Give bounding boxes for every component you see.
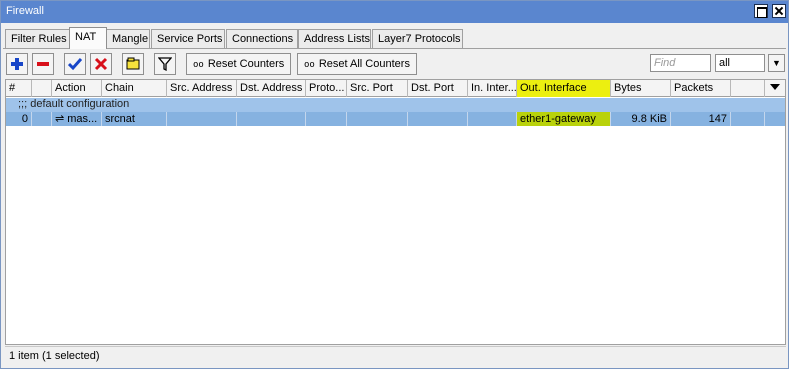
title-bar[interactable]: Firewall <box>1 1 788 23</box>
filter-select[interactable]: all <box>715 54 765 72</box>
table-header: # Action Chain Src. Address Dst. Address… <box>6 80 785 97</box>
col-header-bytes[interactable]: Bytes <box>611 80 671 97</box>
add-icon <box>11 58 23 70</box>
reset-all-counters-button[interactable]: oo Reset All Counters <box>297 53 417 75</box>
col-header-action[interactable]: Action <box>52 80 102 97</box>
select-dropdown-icon[interactable]: ▼ <box>768 54 785 72</box>
cell-dst-port <box>408 112 468 126</box>
status-bar: 1 item (1 selected) <box>5 346 786 365</box>
counter-icon: oo <box>304 60 315 70</box>
enable-button[interactable] <box>64 53 86 75</box>
col-header-chain[interactable]: Chain <box>102 80 167 97</box>
col-header-extra[interactable] <box>731 80 765 97</box>
cell-bytes: 9.8 KiB <box>611 112 671 126</box>
reset-counters-label: Reset Counters <box>207 58 285 70</box>
add-button[interactable] <box>6 53 28 75</box>
cell-src-port <box>347 112 408 126</box>
column-menu-icon[interactable] <box>770 84 780 90</box>
counter-icon: oo <box>193 60 204 70</box>
tab-divider <box>3 48 786 49</box>
col-header-number[interactable]: # <box>6 80 32 97</box>
col-header-src-port[interactable]: Src. Port <box>347 80 408 97</box>
tab-layer7-protocols[interactable]: Layer7 Protocols <box>372 29 463 48</box>
find-input[interactable]: Find <box>650 54 711 72</box>
cell-flag <box>32 112 52 126</box>
maximize-icon[interactable] <box>754 4 768 18</box>
col-header-src-address[interactable]: Src. Address <box>167 80 237 97</box>
filter-icon <box>158 57 172 71</box>
enable-icon <box>68 58 82 71</box>
remove-icon <box>37 62 49 66</box>
table-row[interactable]: 0 ⇌ mas... srcnat ether1-gateway 9.8 KiB… <box>6 112 785 126</box>
nat-rules-table: # Action Chain Src. Address Dst. Address… <box>5 79 786 345</box>
firewall-window: Firewall Filter Rules NAT Mangle Service… <box>0 0 789 369</box>
tab-mangle[interactable]: Mangle <box>106 29 150 48</box>
disable-icon <box>94 57 108 71</box>
cell-in-interface <box>468 112 517 126</box>
cell-chain: srcnat <box>102 112 167 126</box>
col-header-protocol[interactable]: Proto... <box>306 80 347 97</box>
comment-icon <box>126 57 140 70</box>
cell-number: 0 <box>6 112 32 126</box>
col-header-packets[interactable]: Packets <box>671 80 731 97</box>
comment-button[interactable] <box>122 53 144 75</box>
comment-text: ;;; default configuration <box>18 98 130 110</box>
toolbar: oo Reset Counters oo Reset All Counters Fi… <box>1 51 788 77</box>
status-text: 1 item (1 selected) <box>9 350 100 362</box>
tab-service-ports[interactable]: Service Ports <box>151 29 225 48</box>
cell-action: ⇌ mas... <box>52 112 102 126</box>
cell-extra <box>731 112 765 126</box>
col-header-dst-address[interactable]: Dst. Address <box>237 80 306 97</box>
remove-button[interactable] <box>32 53 54 75</box>
cell-packets: 147 <box>671 112 731 126</box>
tab-address-lists[interactable]: Address Lists <box>298 29 371 48</box>
cell-dst-address <box>237 112 306 126</box>
col-header-in-interface[interactable]: In. Inter... <box>468 80 517 97</box>
disable-button[interactable] <box>90 53 112 75</box>
filter-button[interactable] <box>154 53 176 75</box>
reset-counters-button[interactable]: oo Reset Counters <box>186 53 292 75</box>
tab-nat[interactable]: NAT <box>69 27 107 49</box>
col-header-out-interface[interactable]: Out. Interface <box>517 80 611 97</box>
cell-out-interface: ether1-gateway <box>517 112 611 126</box>
window-title: Firewall <box>6 5 44 17</box>
close-icon[interactable] <box>772 4 786 18</box>
tab-filter-rules[interactable]: Filter Rules <box>5 29 70 48</box>
cell-src-address <box>167 112 237 126</box>
col-header-dst-port[interactable]: Dst. Port <box>408 80 468 97</box>
tab-connections[interactable]: Connections <box>226 29 298 48</box>
col-header-flag[interactable] <box>32 80 52 97</box>
reset-all-counters-label: Reset All Counters <box>318 58 410 70</box>
comment-row[interactable]: ;;; default configuration <box>6 98 785 112</box>
cell-protocol <box>306 112 347 126</box>
